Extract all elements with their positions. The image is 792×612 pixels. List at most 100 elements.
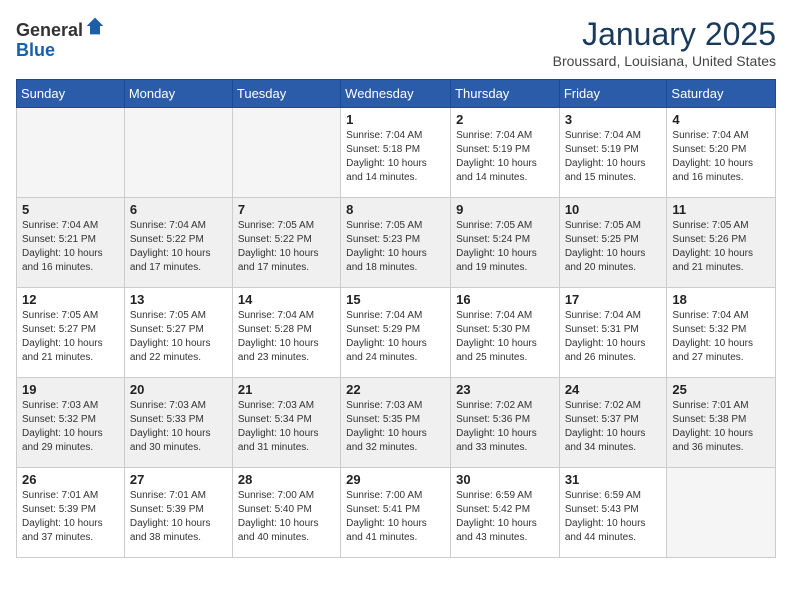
day-number: 17 [565, 292, 662, 307]
calendar-cell: 27 Sunrise: 7:01 AM Sunset: 5:39 PM Dayli… [124, 468, 232, 558]
calendar-cell: 9 Sunrise: 7:05 AM Sunset: 5:24 PM Daylig… [451, 198, 560, 288]
cell-content: Sunrise: 7:05 AM Sunset: 5:25 PM Dayligh… [565, 219, 662, 275]
cell-content: Sunrise: 7:05 AM Sunset: 5:26 PM Dayligh… [672, 219, 770, 275]
cell-content: Sunrise: 7:05 AM Sunset: 5:27 PM Dayligh… [22, 309, 119, 365]
cell-content: Sunrise: 7:04 AM Sunset: 5:20 PM Dayligh… [672, 129, 770, 185]
day-number: 1 [346, 112, 445, 127]
day-number: 7 [238, 202, 335, 217]
day-number: 6 [130, 202, 227, 217]
calendar-cell: 31 Sunrise: 6:59 AM Sunset: 5:43 PM Dayli… [559, 468, 667, 558]
day-number: 22 [346, 382, 445, 397]
calendar-cell: 30 Sunrise: 6:59 AM Sunset: 5:42 PM Dayli… [451, 468, 560, 558]
cell-content: Sunrise: 7:05 AM Sunset: 5:23 PM Dayligh… [346, 219, 445, 275]
day-number: 9 [456, 202, 554, 217]
cell-content: Sunrise: 7:05 AM Sunset: 5:27 PM Dayligh… [130, 309, 227, 365]
calendar-cell: 21Sunrise: 7:03 AM Sunset: 5:34 PM Dayli… [232, 378, 340, 468]
cell-content: Sunrise: 7:04 AM Sunset: 5:31 PM Dayligh… [565, 309, 662, 365]
calendar-week-row: 26 Sunrise: 7:01 AM Sunset: 5:39 PM Dayli… [17, 468, 776, 558]
weekday-header-wednesday: Wednesday [341, 80, 451, 108]
calendar-cell: 29 Sunrise: 7:00 AM Sunset: 5:41 PM Dayli… [341, 468, 451, 558]
cell-content: Sunrise: 7:05 AM Sunset: 5:22 PM Dayligh… [238, 219, 335, 275]
day-number: 31 [565, 472, 662, 487]
cell-content: Sunrise: 7:04 AM Sunset: 5:19 PM Dayligh… [456, 129, 554, 185]
calendar-cell: 1 Sunrise: 7:04 AM Sunset: 5:18 PM Daylig… [341, 108, 451, 198]
calendar-week-row: 19 Sunrise: 7:03 AM Sunset: 5:32 PM Dayli… [17, 378, 776, 468]
logo-general-text: General [16, 20, 83, 40]
cell-content: Sunrise: 7:04 AM Sunset: 5:22 PM Dayligh… [130, 219, 227, 275]
cell-content: Sunrise: 7:02 AM Sunset: 5:37 PM Dayligh… [565, 399, 662, 455]
weekday-header-tuesday: Tuesday [232, 80, 340, 108]
day-number: 28 [238, 472, 335, 487]
calendar-cell: 14 Sunrise: 7:04 AM Sunset: 5:28 PM Dayli… [232, 288, 340, 378]
calendar-cell: 26 Sunrise: 7:01 AM Sunset: 5:39 PM Dayli… [17, 468, 125, 558]
cell-content: Sunrise: 7:04 AM Sunset: 5:29 PM Dayligh… [346, 309, 445, 365]
logo-blue-text: Blue [16, 40, 55, 60]
calendar-cell: 23 Sunrise: 7:02 AM Sunset: 5:36 PM Dayli… [451, 378, 560, 468]
cell-content: Sunrise: 7:03 AM Sunset: 5:35 PM Dayligh… [346, 399, 445, 455]
calendar-cell: 16 Sunrise: 7:04 AM Sunset: 5:30 PM Dayli… [451, 288, 560, 378]
cell-content: Sunrise: 7:05 AM Sunset: 5:24 PM Dayligh… [456, 219, 554, 275]
calendar-cell: 13 Sunrise: 7:05 AM Sunset: 5:27 PM Dayli… [124, 288, 232, 378]
calendar-cell: 3Sunrise: 7:04 AM Sunset: 5:19 PM Daylig… [559, 108, 667, 198]
calendar-cell [232, 108, 340, 198]
day-number: 15 [346, 292, 445, 307]
calendar-cell: 4 Sunrise: 7:04 AM Sunset: 5:20 PM Daylig… [667, 108, 776, 198]
day-number: 16 [456, 292, 554, 307]
weekday-header-friday: Friday [559, 80, 667, 108]
calendar-cell [17, 108, 125, 198]
weekday-header-monday: Monday [124, 80, 232, 108]
calendar-cell: 28 Sunrise: 7:00 AM Sunset: 5:40 PM Dayli… [232, 468, 340, 558]
weekday-header-sunday: Sunday [17, 80, 125, 108]
calendar-table: SundayMondayTuesdayWednesdayThursdayFrid… [16, 79, 776, 558]
calendar-cell: 11Sunrise: 7:05 AM Sunset: 5:26 PM Dayli… [667, 198, 776, 288]
cell-content: Sunrise: 7:04 AM Sunset: 5:30 PM Dayligh… [456, 309, 554, 365]
cell-content: Sunrise: 7:02 AM Sunset: 5:36 PM Dayligh… [456, 399, 554, 455]
day-number: 30 [456, 472, 554, 487]
day-number: 8 [346, 202, 445, 217]
calendar-cell: 25 Sunrise: 7:01 AM Sunset: 5:38 PM Dayli… [667, 378, 776, 468]
calendar-title: January 2025 [553, 16, 776, 53]
calendar-subtitle: Broussard, Louisiana, United States [553, 53, 776, 69]
logo-icon [85, 16, 105, 36]
cell-content: Sunrise: 7:04 AM Sunset: 5:32 PM Dayligh… [672, 309, 770, 365]
logo: General Blue [16, 16, 105, 61]
cell-content: Sunrise: 6:59 AM Sunset: 5:43 PM Dayligh… [565, 489, 662, 545]
cell-content: Sunrise: 7:00 AM Sunset: 5:40 PM Dayligh… [238, 489, 335, 545]
day-number: 10 [565, 202, 662, 217]
day-number: 24 [565, 382, 662, 397]
calendar-cell: 12Sunrise: 7:05 AM Sunset: 5:27 PM Dayli… [17, 288, 125, 378]
cell-content: Sunrise: 6:59 AM Sunset: 5:42 PM Dayligh… [456, 489, 554, 545]
cell-content: Sunrise: 7:04 AM Sunset: 5:18 PM Dayligh… [346, 129, 445, 185]
day-number: 20 [130, 382, 227, 397]
calendar-cell [124, 108, 232, 198]
day-number: 18 [672, 292, 770, 307]
cell-content: Sunrise: 7:04 AM Sunset: 5:28 PM Dayligh… [238, 309, 335, 365]
weekday-header-row: SundayMondayTuesdayWednesdayThursdayFrid… [17, 80, 776, 108]
day-number: 23 [456, 382, 554, 397]
cell-content: Sunrise: 7:01 AM Sunset: 5:38 PM Dayligh… [672, 399, 770, 455]
calendar-week-row: 12Sunrise: 7:05 AM Sunset: 5:27 PM Dayli… [17, 288, 776, 378]
weekday-header-saturday: Saturday [667, 80, 776, 108]
title-area: January 2025 Broussard, Louisiana, Unite… [553, 16, 776, 69]
day-number: 4 [672, 112, 770, 127]
day-number: 27 [130, 472, 227, 487]
day-number: 25 [672, 382, 770, 397]
day-number: 5 [22, 202, 119, 217]
calendar-cell: 22 Sunrise: 7:03 AM Sunset: 5:35 PM Dayli… [341, 378, 451, 468]
cell-content: Sunrise: 7:03 AM Sunset: 5:34 PM Dayligh… [238, 399, 335, 455]
day-number: 2 [456, 112, 554, 127]
calendar-cell: 18 Sunrise: 7:04 AM Sunset: 5:32 PM Dayli… [667, 288, 776, 378]
day-number: 19 [22, 382, 119, 397]
day-number: 13 [130, 292, 227, 307]
cell-content: Sunrise: 7:03 AM Sunset: 5:32 PM Dayligh… [22, 399, 119, 455]
day-number: 29 [346, 472, 445, 487]
cell-content: Sunrise: 7:01 AM Sunset: 5:39 PM Dayligh… [130, 489, 227, 545]
cell-content: Sunrise: 7:00 AM Sunset: 5:41 PM Dayligh… [346, 489, 445, 545]
cell-content: Sunrise: 7:01 AM Sunset: 5:39 PM Dayligh… [22, 489, 119, 545]
day-number: 26 [22, 472, 119, 487]
weekday-header-thursday: Thursday [451, 80, 560, 108]
day-number: 14 [238, 292, 335, 307]
calendar-week-row: 5Sunrise: 7:04 AM Sunset: 5:21 PM Daylig… [17, 198, 776, 288]
calendar-cell: 20Sunrise: 7:03 AM Sunset: 5:33 PM Dayli… [124, 378, 232, 468]
calendar-week-row: 1 Sunrise: 7:04 AM Sunset: 5:18 PM Daylig… [17, 108, 776, 198]
